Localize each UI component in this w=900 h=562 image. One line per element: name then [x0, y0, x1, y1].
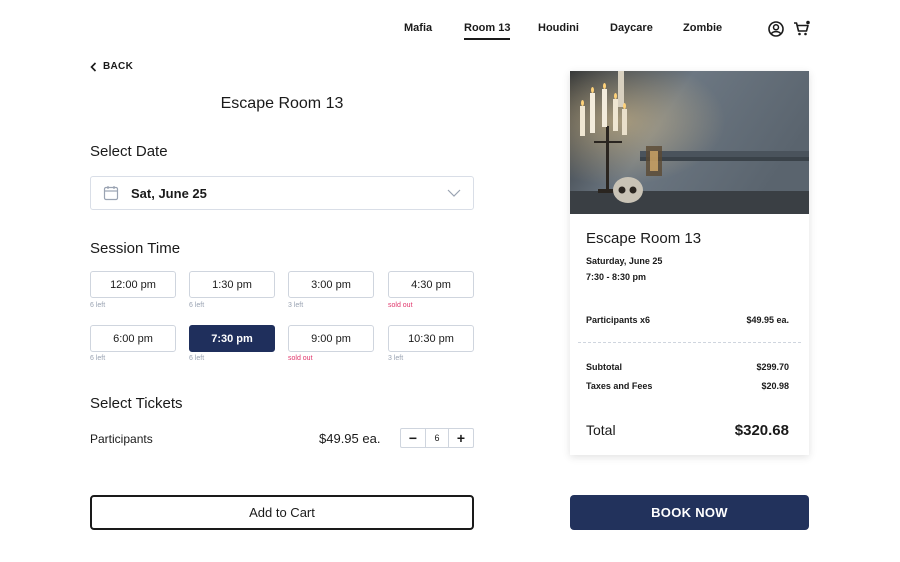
total-label: Total [586, 422, 616, 438]
session-slot-9-00-pm[interactable]: 9:00 pm [288, 325, 374, 352]
increment-button[interactable]: + [449, 429, 473, 447]
date-select[interactable]: Sat, June 25 [90, 176, 474, 210]
slot-availability: 3 left [288, 302, 304, 309]
nav-item-houdini[interactable]: Houdini [538, 22, 579, 34]
slot-availability: sold out [388, 302, 413, 309]
session-slot-7-30-pm[interactable]: 7:30 pm [189, 325, 275, 352]
back-label: BACK [103, 61, 134, 72]
quantity-stepper: − 6 + [400, 428, 474, 448]
slot-availability: 3 left [388, 355, 404, 362]
session-slot-1-30-pm[interactable]: 1:30 pm [189, 271, 275, 298]
nav-item-zombie[interactable]: Zombie [683, 22, 722, 34]
total-row: Total $320.68 [586, 422, 789, 439]
slot-availability: 6 left [90, 355, 106, 362]
participants-label: Participants [90, 432, 153, 446]
slot-availability: 6 left [189, 355, 205, 362]
selected-date: Sat, June 25 [131, 185, 207, 201]
quantity-value[interactable]: 6 [425, 429, 449, 447]
taxes-label: Taxes and Fees [586, 381, 653, 391]
session-slot-4-30-pm[interactable]: 4:30 pm [388, 271, 474, 298]
add-to-cart-button[interactable]: Add to Cart [90, 495, 474, 530]
session-slot-6-00-pm[interactable]: 6:00 pm [90, 325, 176, 352]
summary-time: 7:30 - 8:30 pm [586, 272, 647, 282]
session-slot-10-30-pm[interactable]: 10:30 pm [388, 325, 474, 352]
total-value: $320.68 [734, 422, 789, 439]
subtotal-row: Subtotal $299.70 [586, 362, 789, 372]
summary-date: Saturday, June 25 [586, 256, 663, 266]
session-slot-12-00-pm[interactable]: 12:00 pm [90, 271, 176, 298]
chevron-left-icon [90, 61, 97, 72]
account-icon[interactable] [767, 20, 785, 38]
calendar-icon [103, 186, 119, 201]
subtotal-label: Subtotal [586, 362, 622, 372]
summary-participants-row: Participants x6 $49.95 ea. [586, 315, 789, 325]
session-time-heading: Session Time [90, 240, 181, 257]
page-title: Escape Room 13 [220, 95, 344, 112]
room-image [570, 71, 809, 214]
nav-item-mafia[interactable]: Mafia [404, 22, 432, 34]
subtotal-value: $299.70 [756, 362, 789, 372]
book-now-button[interactable]: BOOK NOW [570, 495, 809, 530]
participants-price: $49.95 ea. [319, 431, 381, 446]
taxes-row: Taxes and Fees $20.98 [586, 381, 789, 391]
chevron-down-icon [447, 189, 461, 197]
booking-summary-card: Escape Room 13 Saturday, June 25 7:30 - … [570, 71, 809, 455]
ticket-divider [578, 342, 801, 343]
slot-availability: sold out [288, 355, 313, 362]
nav-item-room-13[interactable]: Room 13 [464, 22, 511, 40]
summary-participants-price: $49.95 ea. [746, 315, 789, 325]
taxes-value: $20.98 [761, 381, 789, 391]
summary-title: Escape Room 13 [586, 230, 702, 247]
back-link[interactable]: BACK [90, 61, 133, 72]
slot-availability: 6 left [189, 302, 205, 309]
decrement-button[interactable]: − [401, 429, 425, 447]
nav-item-daycare[interactable]: Daycare [610, 22, 653, 34]
top-nav: Mafia Room 13 Houdini Daycare Zombie [0, 20, 900, 42]
session-slot-3-00-pm[interactable]: 3:00 pm [288, 271, 374, 298]
select-date-heading: Select Date [90, 143, 168, 160]
select-tickets-heading: Select Tickets [90, 395, 183, 412]
summary-participants-label: Participants x6 [586, 315, 651, 325]
slot-availability: 6 left [90, 302, 106, 309]
cart-icon[interactable] [793, 20, 811, 38]
